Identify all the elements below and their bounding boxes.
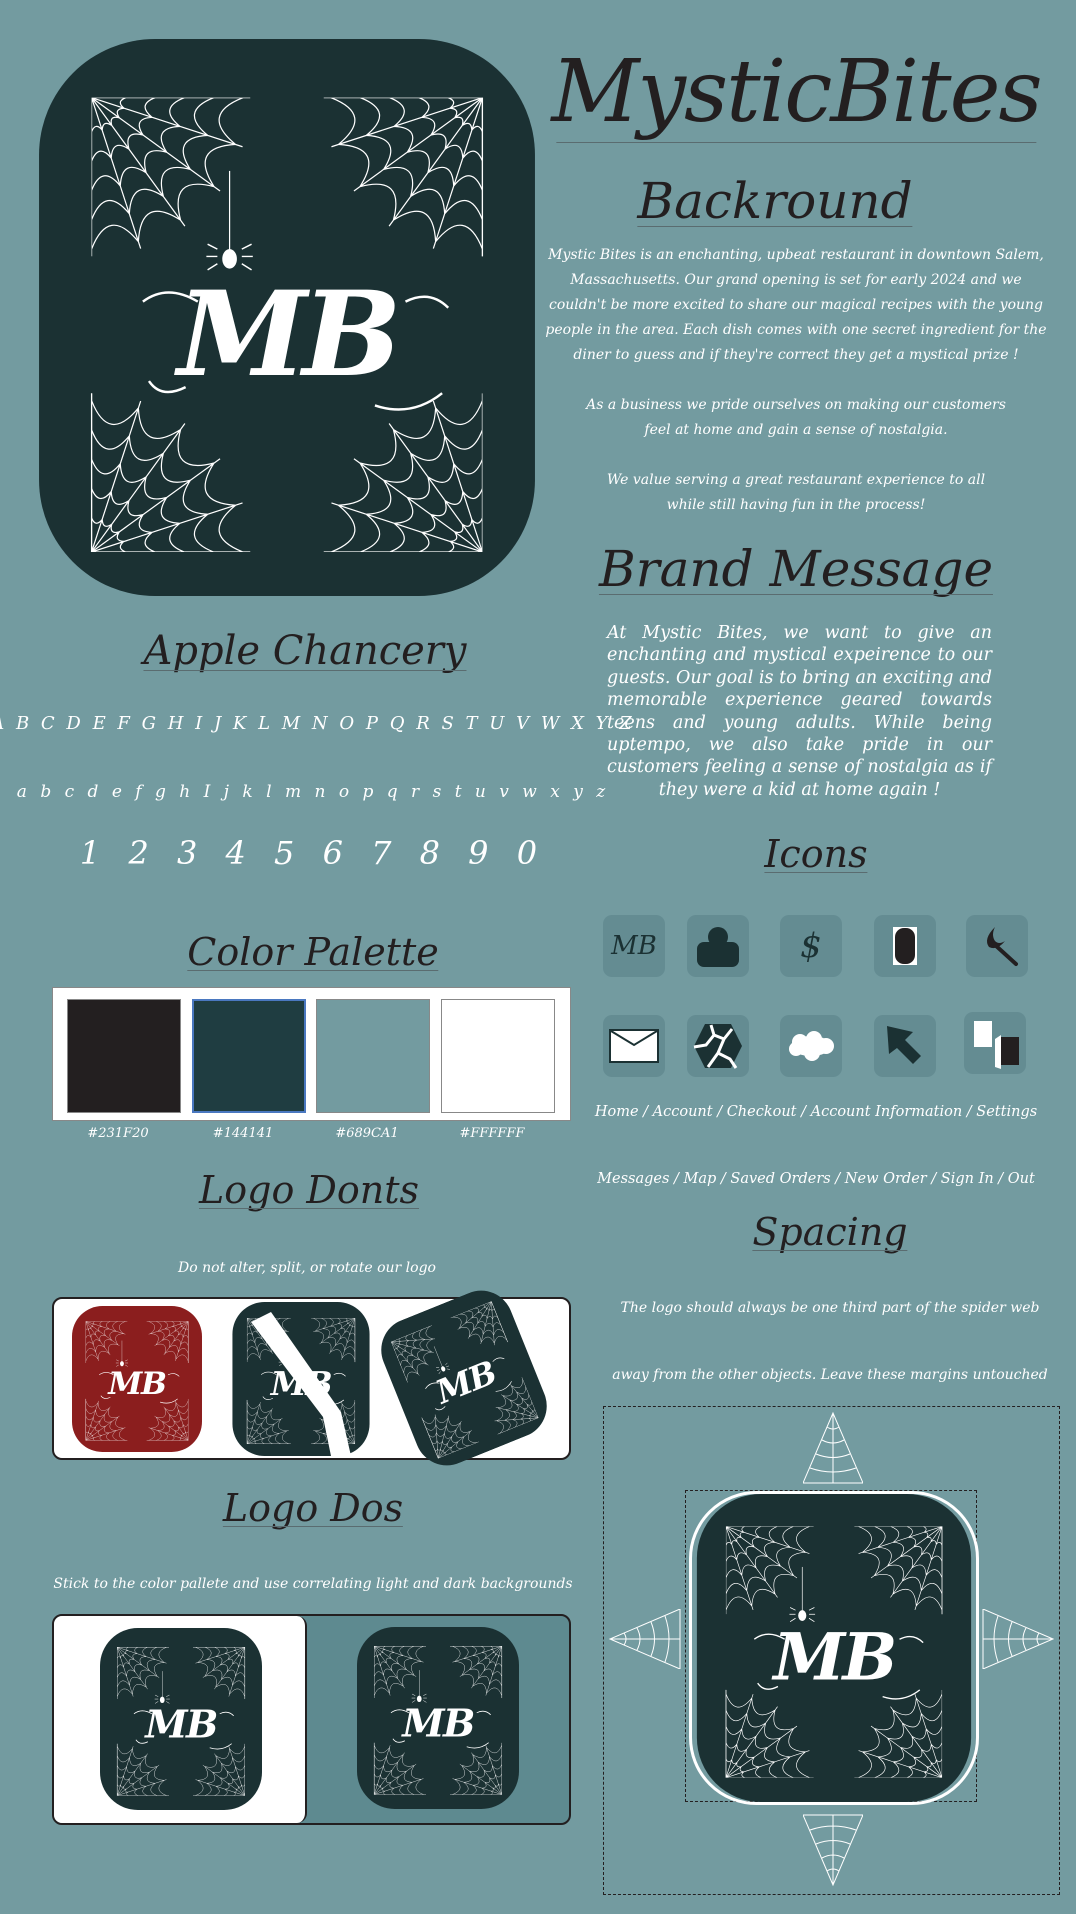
background-paragraph: As a business we pride ourselves on maki… [586, 397, 1006, 438]
lowercase-sample: a b c d e f g h I j k l m n o p q r s t … [16, 782, 610, 802]
spacing-heading: Spacing [752, 1210, 908, 1254]
icon-account[interactable] [687, 915, 749, 977]
logo-dos-text: Stick to the color pallete and use corre… [53, 1576, 573, 1592]
cloud-icon [789, 1031, 834, 1061]
icons-legend-row2: Messages / Map / Saved Orders / New Orde… [597, 1171, 1035, 1187]
icon-home[interactable]: MB [603, 915, 665, 977]
typography-heading: Apple Chancery [143, 628, 467, 674]
uppercase-sample: A B C D E F G H I J K L M N O P Q R S T … [0, 713, 635, 734]
logo-donts-text: Do not alter, split, or rotate our logo [178, 1260, 436, 1276]
logo-donts-heading: Logo Donts [199, 1168, 419, 1212]
icon-account-information[interactable] [874, 915, 936, 977]
icons-heading: Icons [764, 832, 868, 876]
brand-title: MysticBites [551, 42, 1042, 142]
background-heading: Backround [637, 172, 913, 230]
swatch-label: #689CA1 [335, 1126, 399, 1141]
spacing-text-line1: The logo should always be one third part… [620, 1300, 1040, 1316]
swatch-label: #144141 [212, 1126, 274, 1141]
brand-message-heading: Brand Message [598, 540, 994, 598]
swatch-teal [316, 999, 430, 1113]
brand-message-text: At Mystic Bites, we want to give an ench… [607, 623, 992, 800]
user-icon [697, 927, 739, 967]
logo-dos-panel [52, 1614, 571, 1825]
icons-legend-row1: Home / Account / Checkout / Account Info… [594, 1104, 1038, 1120]
spacing-logo [689, 1491, 979, 1805]
web-spike-left [609, 1609, 681, 1669]
wrench-icon [987, 927, 1018, 966]
icon-settings[interactable] [966, 915, 1028, 977]
color-palette [52, 987, 571, 1121]
web-spike-right [982, 1609, 1054, 1669]
swatch-label: #FFFFFF [459, 1126, 525, 1141]
door-icon [974, 1021, 1019, 1069]
logo-split [231, 1302, 371, 1456]
icon-saved-orders[interactable] [780, 1015, 842, 1077]
hero-logo [39, 39, 535, 596]
logo-on-light [100, 1627, 262, 1811]
logo-on-dark [357, 1625, 519, 1811]
icon-messages[interactable] [603, 1015, 665, 1077]
icon-sign-in-out[interactable] [964, 1012, 1026, 1074]
icon-checkout[interactable]: $ [780, 915, 842, 977]
background-paragraph: We value serving a great restaurant expe… [606, 472, 986, 513]
icon-new-order[interactable] [874, 1015, 936, 1077]
web-spike-bottom [803, 1814, 863, 1886]
background-text: Mystic Bites is an enchanting, upbeat re… [540, 243, 1052, 543]
logo-altered-color [72, 1306, 202, 1452]
web-spike-top [803, 1412, 863, 1484]
map-icon [693, 1024, 742, 1069]
swatch-white [441, 999, 555, 1113]
logo-rotated [370, 1280, 557, 1475]
envelope-icon [609, 1029, 659, 1063]
dollar-icon: $ [800, 926, 822, 966]
logo-dos-heading: Logo Dos [222, 1486, 404, 1530]
swatch-black [67, 999, 181, 1113]
icon-map[interactable] [687, 1015, 749, 1077]
background-paragraph: Mystic Bites is an enchanting, upbeat re… [545, 247, 1047, 363]
palette-heading: Color Palette [187, 930, 439, 974]
logo-donts-panel [52, 1297, 571, 1460]
swatch-label: #231F20 [87, 1126, 149, 1141]
id-card-icon [893, 927, 917, 965]
spacing-text-line2: away from the other objects. Leave these… [612, 1367, 1048, 1383]
numbers-sample: 1 2 3 4 5 6 7 8 9 0 [79, 834, 547, 872]
swatch-dark-teal [192, 999, 306, 1113]
mb-home-icon: MB [611, 931, 657, 961]
arrow-cursor-icon [887, 1026, 921, 1064]
